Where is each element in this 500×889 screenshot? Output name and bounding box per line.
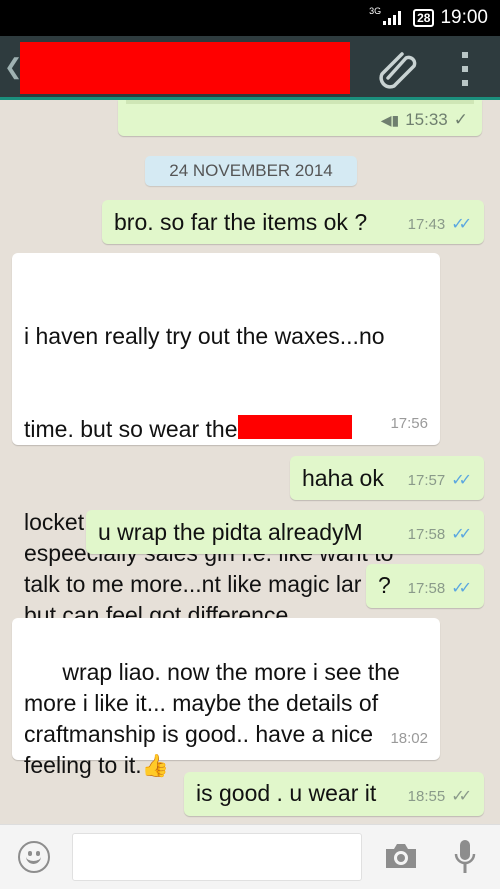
read-ticks-icon: ✓✓ (451, 472, 472, 489)
message-time: 17:43 (407, 216, 446, 233)
outgoing-message[interactable]: haha ok 17:57 ✓✓ (290, 456, 484, 500)
message-time: 17:58 (407, 526, 446, 543)
message-text: ? (378, 572, 391, 598)
message-time: 15:33 (405, 110, 448, 129)
signal-icon (383, 11, 402, 25)
read-ticks-icon: ✓✓ (451, 580, 472, 597)
message-text: wrap liao. now the more i see the more i… (24, 659, 400, 778)
message-text: haha ok (302, 465, 384, 491)
incoming-message[interactable]: i haven really try out the waxes...no ti… (12, 253, 440, 628)
redacted-contact-name[interactable] (20, 42, 350, 94)
message-text-line: i haven really try out the waxes...no (24, 323, 385, 349)
previous-message-media (126, 100, 474, 104)
message-text: u wrap the pidta alreadyM (98, 519, 363, 545)
date-divider: 24 NOVEMBER 2014 (145, 156, 357, 186)
message-time: 17:58 (407, 580, 446, 597)
sent-tick-icon: ✓ (453, 110, 468, 129)
redacted-text (237, 415, 352, 439)
message-time: 17:57 (407, 472, 446, 489)
read-ticks-icon: ✓✓ (451, 216, 472, 233)
battery-icon: 28 (413, 9, 435, 27)
message-time: 17:56 (390, 415, 428, 432)
previous-message-bubble[interactable]: ◀▮ 15:33 ✓ (118, 100, 482, 136)
incoming-message[interactable]: wrap liao. now the more i see the more i… (12, 618, 440, 778)
camera-icon[interactable] (384, 842, 418, 870)
emoji-icon[interactable] (18, 841, 50, 873)
clock: 19:00 (440, 7, 488, 28)
outgoing-message[interactable]: is good . u wear it 18:55 ✓✓ (184, 772, 484, 816)
speaker-icon: ◀▮ (380, 111, 400, 128)
microphone-icon[interactable] (452, 838, 478, 876)
status-bar: 3G 28 19:00 (0, 0, 500, 36)
delivered-ticks-icon: ✓✓ (451, 788, 472, 805)
message-list[interactable]: ◀▮ 15:33 ✓ 24 NOVEMBER 2014 bro. so far … (0, 100, 500, 824)
network-type: 3G (369, 6, 382, 16)
outgoing-message[interactable]: bro. so far the items ok ? 17:43 ✓✓ (102, 200, 484, 244)
message-text: is good . u wear it (196, 780, 377, 806)
outgoing-message[interactable]: u wrap the pidta alreadyM 17:58 ✓✓ (86, 510, 484, 554)
paperclip-icon[interactable] (378, 50, 420, 90)
thumbs-up-emoji-icon: 👍 (141, 753, 170, 778)
message-time: 18:02 (390, 730, 428, 747)
message-text-line: time. but so wear the (24, 416, 238, 442)
conversation-header: ❮ (0, 36, 500, 100)
overflow-menu-icon[interactable] (458, 52, 472, 86)
read-ticks-icon: ✓✓ (451, 526, 472, 543)
outgoing-message[interactable]: ? 17:58 ✓✓ (366, 564, 484, 608)
message-time: 18:55 (407, 788, 446, 805)
message-input[interactable] (72, 833, 362, 881)
message-text: bro. so far the items ok ? (114, 209, 368, 235)
compose-bar (0, 824, 500, 889)
